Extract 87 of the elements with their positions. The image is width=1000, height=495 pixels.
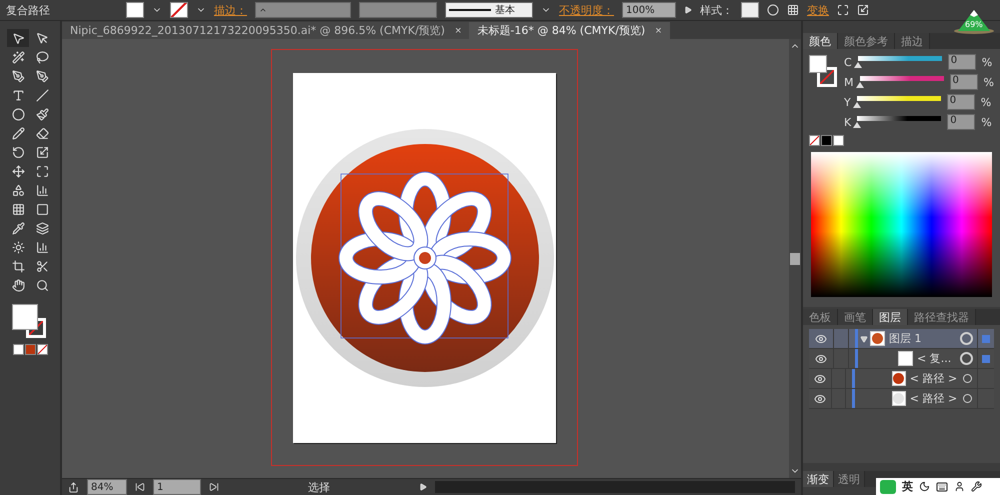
vertical-scrollbar[interactable] (789, 39, 801, 478)
panel-tab[interactable]: 图层 (873, 309, 908, 325)
color-swatch[interactable] (833, 135, 844, 146)
stroke-link[interactable]: 描边： (214, 2, 247, 18)
document-title[interactable]: 未标题-16* @ 84% (CMYK/预览) (477, 23, 646, 38)
opacity-link[interactable]: 不透明度： (559, 2, 614, 18)
last-artboard-icon[interactable] (209, 482, 219, 492)
color-swatch[interactable] (821, 135, 832, 146)
ime-logo-icon[interactable] (880, 480, 896, 494)
expand-triangle-icon[interactable] (860, 334, 868, 342)
gradient-mode-swatch[interactable] (24, 344, 36, 355)
channel-value-field[interactable]: 0 (948, 54, 976, 70)
slider-thumb[interactable] (856, 82, 864, 88)
slider-thumb[interactable] (854, 62, 862, 68)
visibility-eye-icon[interactable] (814, 392, 826, 404)
language-label[interactable]: 英 (902, 479, 913, 494)
moon-icon[interactable] (919, 481, 930, 492)
target-circle-icon[interactable] (962, 394, 972, 403)
target-circle-icon[interactable] (960, 332, 972, 345)
stroke-weight-field[interactable] (255, 2, 351, 18)
channel-label: C (844, 56, 852, 68)
target-circle-icon[interactable] (962, 374, 972, 383)
percent-unit: % (980, 96, 992, 108)
channel-label: K (844, 116, 852, 128)
color-mode-swatch[interactable] (12, 344, 24, 355)
document-tab[interactable]: 未标题-16* @ 84% (CMYK/预览) × (469, 22, 670, 39)
selection-tool-icon[interactable] (7, 29, 29, 47)
close-tab-button[interactable]: × (655, 24, 662, 36)
channel-value-field[interactable]: 0 (946, 94, 975, 110)
opacity-field[interactable]: 100% (622, 2, 676, 18)
layer-row[interactable]: < 复... (809, 349, 994, 369)
keyboard-icon[interactable] (936, 480, 948, 492)
brush-profile-dropdown[interactable]: 基本 (445, 2, 533, 18)
style-label: 样式： (700, 2, 733, 18)
panel-tab[interactable]: 描边 (895, 33, 930, 49)
horizontal-scrollbar[interactable] (435, 481, 795, 493)
percent-unit: % (981, 116, 992, 128)
visibility-eye-icon[interactable] (815, 352, 827, 364)
document-tab[interactable]: Nipic_6869922_20130712173220095350.ai* @ 896.5% (CMYK/预览) × (62, 22, 470, 39)
share-icon[interactable] (68, 482, 79, 492)
channel-value-field[interactable]: 0 (950, 74, 978, 90)
channel-value-field[interactable]: 0 (947, 114, 976, 130)
user-icon[interactable] (954, 481, 965, 492)
slider-thumb[interactable] (852, 102, 861, 108)
color-spectrum[interactable] (811, 152, 992, 297)
panel-tab[interactable]: 颜色参考 (838, 33, 895, 49)
panel-tab[interactable]: 色板 (803, 309, 838, 325)
stepper-icon[interactable] (259, 6, 267, 14)
style-swatch[interactable] (741, 2, 759, 18)
layer-name[interactable]: < 路径 > (906, 391, 958, 406)
object-type-label: 复合路径 (6, 2, 50, 18)
current-tool-label: 选择 (308, 480, 330, 494)
play-arrow-icon[interactable] (684, 6, 692, 14)
visibility-eye-icon[interactable] (814, 372, 826, 384)
close-tab-button[interactable]: × (454, 24, 462, 36)
layer-name[interactable]: < 复... (913, 351, 955, 366)
document-title[interactable]: Nipic_6869922_20130712173220095350.ai* @ 896.5% (CMYK/预览) (70, 23, 445, 38)
artboard-field[interactable]: 1 (153, 479, 201, 495)
first-artboard-icon[interactable] (135, 482, 145, 492)
percent-unit: % (984, 76, 994, 88)
target-circle-icon[interactable] (960, 352, 972, 365)
none-swatch[interactable] (809, 135, 820, 146)
visibility-eye-icon[interactable] (815, 332, 827, 344)
panel-tab[interactable]: 颜色 (803, 33, 838, 49)
panel-tab[interactable]: 路径查找器 (908, 309, 976, 325)
percent-label: 69% (965, 20, 983, 29)
scroll-thumb[interactable] (790, 252, 800, 264)
channel-label: Y (844, 96, 851, 108)
layer-row[interactable]: 图层 1 (809, 329, 994, 349)
transform-link[interactable]: 变换 (807, 2, 829, 18)
none-mode-swatch[interactable] (36, 344, 48, 355)
percent-unit: % (982, 56, 992, 68)
panel-tab[interactable]: 透明 (834, 471, 865, 487)
layer-row[interactable]: < 路径 > (809, 389, 994, 409)
wrench-icon[interactable] (971, 481, 982, 492)
zoom-field[interactable]: 84% (87, 479, 127, 495)
channel-label: M (844, 76, 854, 88)
panel-tab[interactable]: 渐变 (803, 471, 834, 487)
layer-name[interactable]: 图层 1 (885, 331, 955, 346)
slider-thumb[interactable] (853, 122, 862, 128)
fill-stroke-swatches-icon[interactable] (809, 55, 836, 89)
layer-name[interactable]: < 路径 > (906, 371, 958, 386)
fill-swatch[interactable] (126, 2, 144, 18)
play-arrow-icon[interactable] (419, 483, 427, 491)
layer-row[interactable]: < 路径 > (809, 369, 994, 389)
panel-tab[interactable]: 画笔 (838, 309, 873, 325)
stroke-swatch[interactable] (170, 2, 188, 18)
